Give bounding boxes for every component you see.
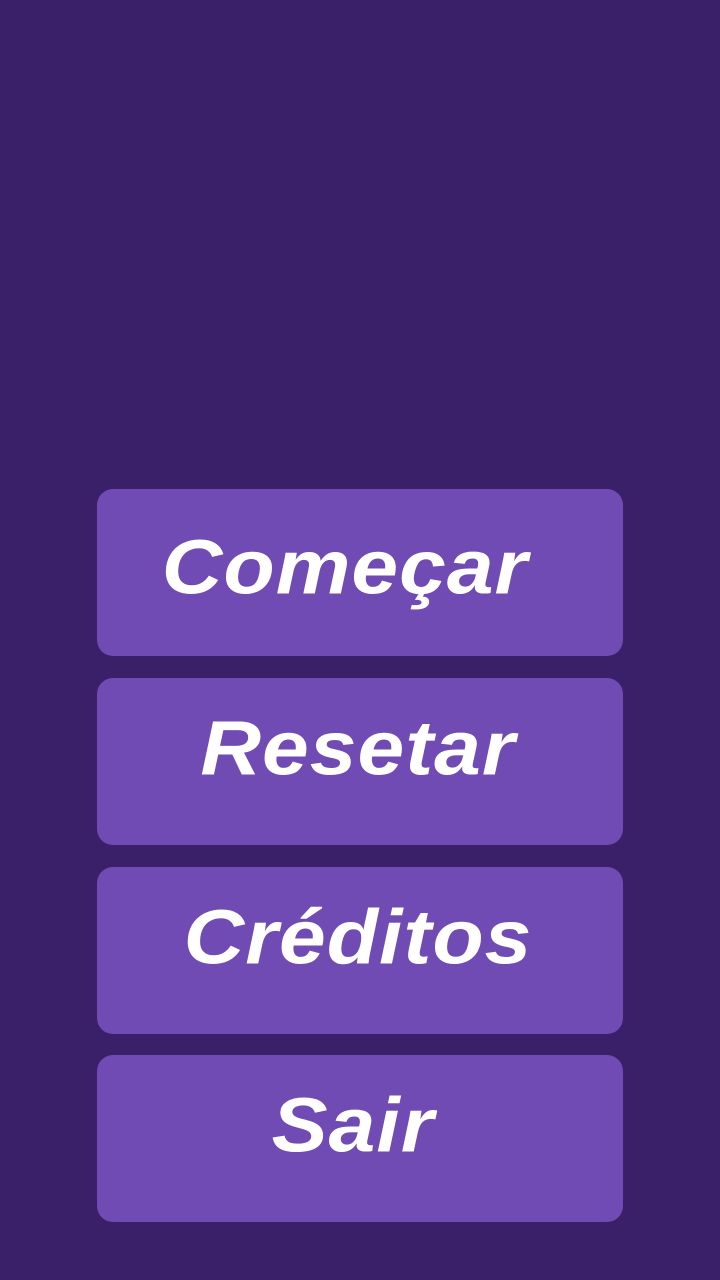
start-button[interactable]: Começar [97, 489, 623, 656]
reset-button[interactable]: Resetar [97, 678, 623, 845]
exit-button-label: Sair [271, 1081, 435, 1169]
credits-button-label: Créditos [183, 893, 533, 981]
credits-button[interactable]: Créditos [97, 867, 623, 1034]
start-button-label: Começar [161, 523, 529, 611]
exit-button[interactable]: Sair [97, 1055, 623, 1222]
reset-button-label: Resetar [200, 704, 516, 792]
